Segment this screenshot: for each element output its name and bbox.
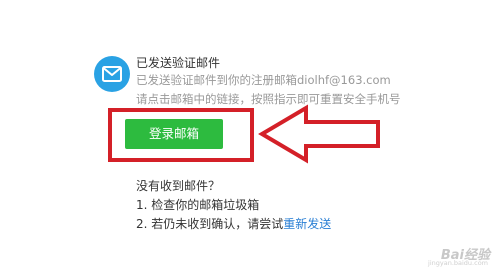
arrow-left-icon bbox=[258, 104, 382, 168]
login-mailbox-button[interactable]: 登录邮箱 bbox=[125, 119, 223, 149]
reset-phone-email-sent-page: 已发送验证邮件 已发送验证邮件到你的注册邮箱diolhf@163.com 请点击… bbox=[0, 0, 500, 267]
not-received-heading: 没有收到邮件？ bbox=[136, 179, 221, 193]
mail-icon bbox=[94, 56, 130, 92]
resend-link[interactable]: 重新发送 bbox=[283, 217, 331, 231]
help-step-one: 1. 检查你的邮箱垃圾箱 bbox=[136, 198, 260, 212]
email-sent-description: 已发送验证邮件到你的注册邮箱diolhf@163.com bbox=[136, 73, 391, 87]
watermark-url: jingyan.baidu.com bbox=[428, 259, 488, 267]
help-step-two-text: 2. 若仍未收到确认，请尝试 bbox=[136, 217, 284, 231]
email-sent-title: 已发送验证邮件 bbox=[136, 56, 221, 70]
help-step-two: 2. 若仍未收到确认，请尝试重新发送 bbox=[136, 215, 331, 232]
